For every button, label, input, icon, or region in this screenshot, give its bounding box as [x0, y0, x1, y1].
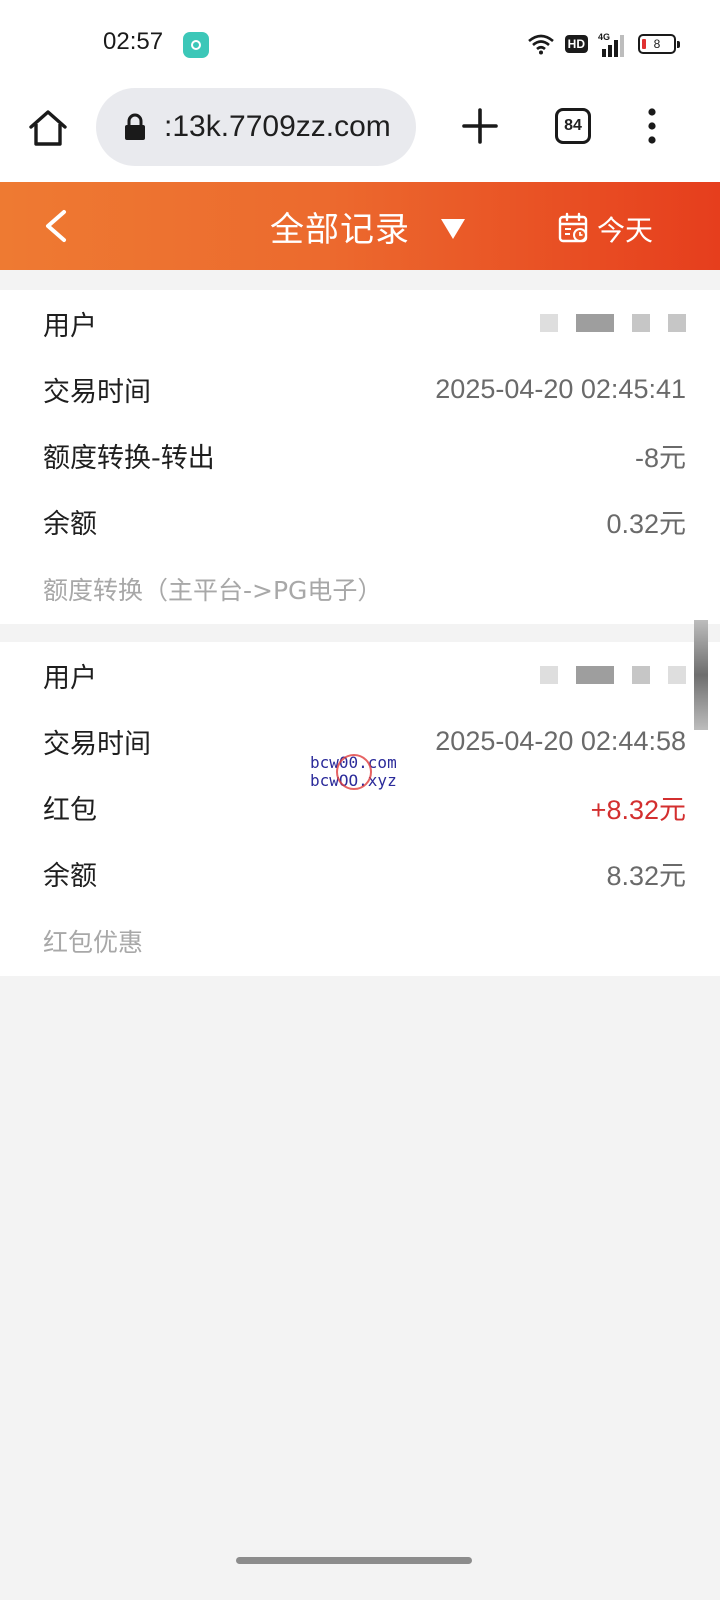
tabs-button[interactable]: 84	[555, 108, 591, 144]
records-list: 用户 交易时间 2025-04-20 02:45:41 额度转换-转出 -8元 …	[0, 290, 720, 994]
record-card: 用户 交易时间 2025-04-20 02:45:41 额度转换-转出 -8元 …	[0, 290, 720, 624]
app-notification-icon	[183, 32, 209, 58]
url-text: :13k.7709zz.com	[164, 110, 391, 143]
gesture-navigation-bar[interactable]	[236, 1557, 472, 1564]
balance-value: 8.32元	[606, 860, 686, 891]
address-bar[interactable]: :13k.7709zz.com	[96, 88, 416, 166]
balance-label: 余额	[43, 508, 97, 540]
user-label: 用户	[43, 662, 97, 694]
watermark-stamp-icon	[336, 754, 372, 790]
record-description: 红包优惠	[43, 928, 144, 957]
record-description: 额度转换（主平台->PG电子）	[43, 576, 383, 605]
user-id-redacted	[540, 314, 686, 332]
balance-value: 0.32元	[606, 508, 686, 539]
record-card: 用户 交易时间 2025-04-20 02:44:58 红包 +8.32元 余额…	[0, 642, 720, 976]
record-row-balance: 余额 8.32元	[43, 840, 686, 906]
time-label: 交易时间	[43, 728, 151, 760]
record-row-user: 用户	[43, 290, 686, 356]
record-row-time: 交易时间 2025-04-20 02:45:41	[43, 356, 686, 422]
hd-icon: HD	[564, 35, 588, 53]
type-label: 额度转换-转出	[43, 442, 215, 474]
lock-icon	[125, 113, 145, 140]
amount-value: -8元	[634, 442, 686, 473]
calendar-icon[interactable]	[558, 212, 590, 244]
record-row-balance: 余额 0.32元	[43, 488, 686, 554]
status-bar: 02:57 HD 4G 8	[0, 0, 720, 86]
user-label: 用户	[43, 310, 97, 342]
watermark: bcw00.com bcwOO.xyz	[310, 754, 397, 790]
cellular-signal-icon: 4G	[598, 32, 624, 57]
type-label: 红包	[43, 794, 97, 826]
status-icons: HD 4G 8	[527, 30, 680, 58]
svg-text:4G: 4G	[598, 32, 610, 42]
scroll-indicator	[694, 620, 708, 730]
wifi-icon	[527, 34, 554, 55]
page-title[interactable]: 全部记录	[270, 202, 410, 251]
battery-icon: 8	[638, 34, 680, 54]
plus-icon[interactable]	[460, 106, 500, 146]
time-value: 2025-04-20 02:44:58	[435, 725, 686, 756]
dropdown-triangle-icon[interactable]	[440, 218, 466, 240]
user-id-redacted	[540, 666, 686, 684]
amount-value: +8.32元	[590, 794, 686, 825]
time-value: 2025-04-20 02:45:41	[435, 373, 686, 404]
app-header: 全部记录 今天	[0, 182, 720, 270]
browser-toolbar: :13k.7709zz.com 84	[0, 86, 720, 182]
more-vert-icon[interactable]	[640, 106, 664, 146]
status-time: 02:57	[103, 28, 164, 55]
back-chevron-icon[interactable]	[38, 206, 74, 246]
record-row-type: 额度转换-转出 -8元	[43, 422, 686, 488]
record-row-user: 用户	[43, 642, 686, 708]
time-label: 交易时间	[43, 376, 151, 408]
date-filter-today[interactable]: 今天	[597, 209, 653, 249]
home-icon[interactable]	[26, 106, 70, 150]
balance-label: 余额	[43, 860, 97, 892]
